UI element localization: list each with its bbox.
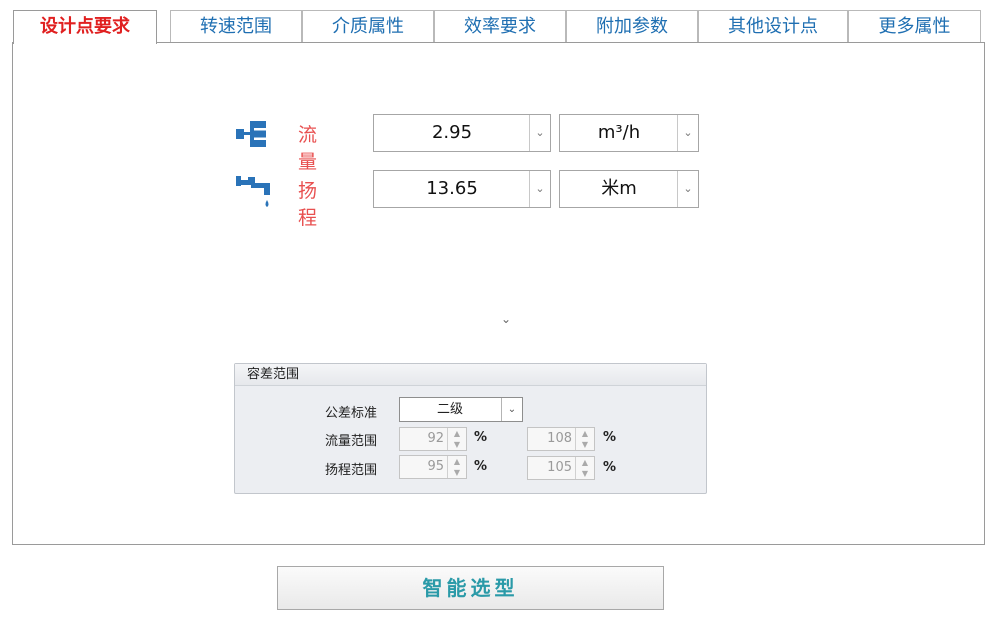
- flow-value-combo[interactable]: 2.95 ⌄: [373, 114, 551, 152]
- head-range-label: 扬程范围: [325, 463, 378, 478]
- flow-min-stepper[interactable]: 92 ▲ ▼: [399, 427, 467, 451]
- head-max-percent: %: [603, 460, 617, 475]
- chevron-down-icon[interactable]: ⌄: [677, 115, 698, 151]
- tolerance-standard-label: 公差标准: [325, 406, 378, 421]
- head-icon: [236, 174, 272, 207]
- tolerance-standard-value: 二级: [436, 402, 463, 417]
- head-label: 扬程: [298, 180, 318, 229]
- head-unit: 米m: [601, 178, 637, 199]
- flow-max-stepper[interactable]: 108 ▲ ▼: [527, 427, 595, 451]
- tolerance-standard-select[interactable]: 二级 ⌄: [399, 397, 523, 422]
- flow-max-value: 108: [547, 431, 572, 446]
- stepper-arrows-icon[interactable]: ▲ ▼: [575, 457, 594, 479]
- chevron-down-icon[interactable]: ⌄: [677, 171, 698, 207]
- head-min-percent: %: [474, 459, 488, 474]
- tab-extra-params[interactable]: 附加参数: [566, 10, 698, 43]
- flow-unit-combo[interactable]: m³/h ⌄: [559, 114, 699, 152]
- tab-bar: 设计点要求 转速范围 介质属性 效率要求 附加参数 其他设计点 更多属性: [13, 10, 981, 44]
- tolerance-group: 容差范围 公差标准 二级 ⌄ 流量范围 92 ▲ ▼ % 108 ▲ ▼ % 扬程范…: [234, 363, 707, 494]
- stepper-arrows-icon[interactable]: ▲ ▼: [447, 456, 466, 478]
- stepper-arrows-icon[interactable]: ▲ ▼: [575, 428, 594, 450]
- tab-other-design-points[interactable]: 其他设计点: [698, 10, 848, 43]
- tab-more-properties[interactable]: 更多属性: [848, 10, 981, 43]
- flow-label: 流量: [298, 124, 318, 173]
- head-min-value: 95: [427, 459, 444, 474]
- head-max-stepper[interactable]: 105 ▲ ▼: [527, 456, 595, 480]
- flow-min-percent: %: [474, 430, 488, 445]
- head-max-value: 105: [547, 460, 572, 475]
- tab-efficiency[interactable]: 效率要求: [434, 10, 566, 43]
- stepper-arrows-icon[interactable]: ▲ ▼: [447, 428, 466, 450]
- tab-medium-properties[interactable]: 介质属性: [302, 10, 434, 43]
- flow-max-percent: %: [603, 430, 617, 445]
- flow-range-label: 流量范围: [325, 434, 378, 449]
- flow-min-value: 92: [427, 431, 444, 446]
- chevron-down-icon[interactable]: ⌄: [529, 171, 550, 207]
- head-value: 13.65: [426, 178, 478, 199]
- head-min-stepper[interactable]: 95 ▲ ▼: [399, 455, 467, 479]
- flow-icon: [236, 118, 272, 150]
- smart-select-button[interactable]: 智能选型: [277, 566, 664, 610]
- tab-design-point[interactable]: 设计点要求: [13, 10, 157, 44]
- expand-chevron-icon[interactable]: ⌄: [496, 312, 516, 328]
- flow-unit: m³/h: [597, 122, 641, 143]
- tab-speed-range[interactable]: 转速范围: [170, 10, 302, 43]
- chevron-down-icon[interactable]: ⌄: [529, 115, 550, 151]
- chevron-down-icon[interactable]: ⌄: [501, 398, 522, 421]
- flow-value: 2.95: [431, 122, 473, 143]
- head-value-combo[interactable]: 13.65 ⌄: [373, 170, 551, 208]
- tolerance-group-title: 容差范围: [235, 364, 706, 386]
- head-unit-combo[interactable]: 米m ⌄: [559, 170, 699, 208]
